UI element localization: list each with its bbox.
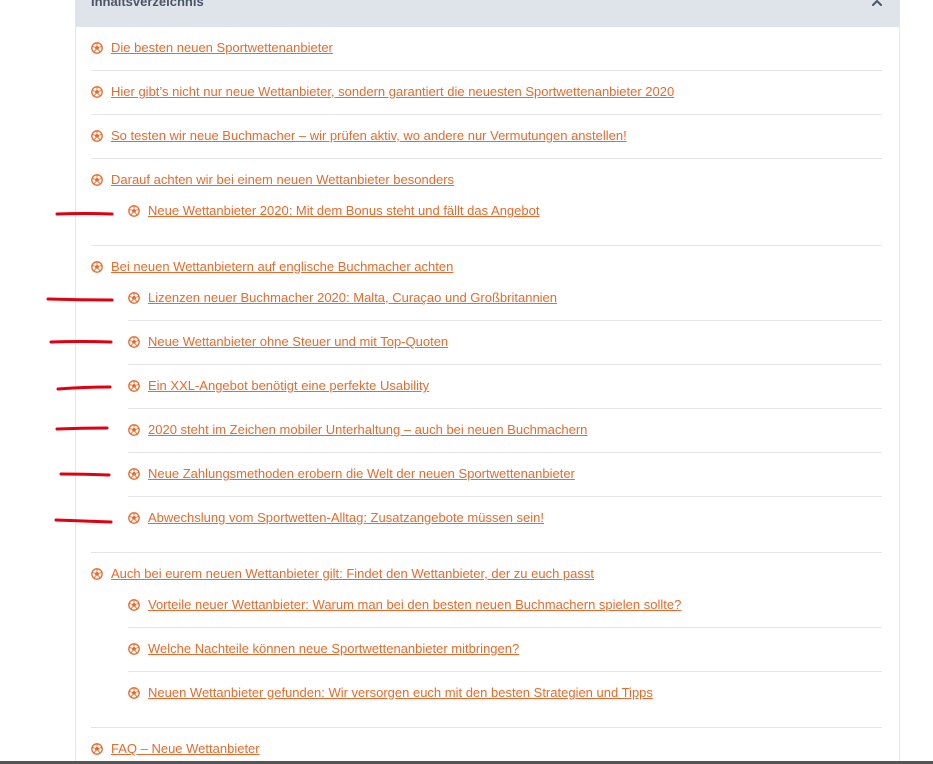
football-bullet-icon: [91, 173, 103, 186]
football-bullet-icon: [128, 686, 140, 699]
chevron-up-icon[interactable]: [869, 0, 885, 11]
toc-subitem[interactable]: Neue Wettanbieter ohne Steuer und mit To…: [128, 334, 448, 349]
football-bullet-icon: [91, 129, 103, 142]
toc-link[interactable]: Ein XXL-Angebot benötigt eine perfekte U…: [148, 378, 429, 393]
divider: [128, 671, 882, 672]
toc-link[interactable]: Auch bei eurem neuen Wettanbieter gilt: …: [111, 566, 594, 581]
football-bullet-icon: [91, 41, 103, 54]
toc-link[interactable]: 2020 steht im Zeichen mobiler Unterhaltu…: [148, 422, 587, 437]
toc-link[interactable]: Die besten neuen Sportwettenanbieter: [111, 40, 333, 55]
toc-title: Inhaltsverzeichnis: [91, 0, 204, 9]
toc-subitem[interactable]: Neuen Wettanbieter gefunden: Wir versorg…: [128, 685, 653, 700]
toc-link[interactable]: Hier gibt’s nicht nur neue Wettanbieter,…: [111, 84, 674, 99]
toc-subitem[interactable]: Vorteile neuer Wettanbieter: Warum man b…: [128, 597, 681, 612]
toc-header[interactable]: Inhaltsverzeichnis: [76, 0, 899, 27]
football-bullet-icon: [128, 642, 140, 655]
football-bullet-icon: [128, 423, 140, 436]
toc-link[interactable]: Vorteile neuer Wettanbieter: Warum man b…: [148, 597, 681, 612]
football-bullet-icon: [128, 511, 140, 524]
football-bullet-icon: [128, 291, 140, 304]
toc-subitem[interactable]: Lizenzen neuer Buchmacher 2020: Malta, C…: [128, 290, 557, 305]
toc-link[interactable]: Abwechslung vom Sportwetten-Alltag: Zusa…: [148, 510, 544, 525]
divider: [91, 114, 882, 115]
toc-subitem[interactable]: Ein XXL-Angebot benötigt eine perfekte U…: [128, 378, 429, 393]
divider: [128, 408, 882, 409]
toc-link[interactable]: Darauf achten wir bei einem neuen Wettan…: [111, 172, 454, 187]
divider: [91, 552, 882, 553]
toc-link[interactable]: So testen wir neue Buchmacher – wir prüf…: [111, 128, 627, 143]
football-bullet-icon: [91, 567, 103, 580]
divider: [128, 627, 882, 628]
toc-item[interactable]: Die besten neuen Sportwettenanbieter: [91, 40, 333, 55]
toc-item[interactable]: Darauf achten wir bei einem neuen Wettan…: [91, 172, 454, 187]
divider: [91, 727, 882, 728]
football-bullet-icon: [128, 379, 140, 392]
divider: [128, 452, 882, 453]
toc-link[interactable]: Bei neuen Wettanbietern auf englische Bu…: [111, 259, 453, 274]
football-bullet-icon: [128, 335, 140, 348]
toc-item[interactable]: Hier gibt’s nicht nur neue Wettanbieter,…: [91, 84, 674, 99]
toc-subitem[interactable]: Welche Nachteile können neue Sportwetten…: [128, 641, 519, 656]
toc-link[interactable]: Neuen Wettanbieter gefunden: Wir versorg…: [148, 685, 653, 700]
toc-link[interactable]: Neue Zahlungsmethoden erobern die Welt d…: [148, 466, 575, 481]
football-bullet-icon: [128, 467, 140, 480]
football-bullet-icon: [91, 85, 103, 98]
toc-link[interactable]: Neue Wettanbieter 2020: Mit dem Bonus st…: [148, 203, 539, 218]
divider: [128, 496, 882, 497]
divider: [91, 158, 882, 159]
toc-subitem[interactable]: Neue Zahlungsmethoden erobern die Welt d…: [128, 466, 575, 481]
divider: [128, 320, 882, 321]
toc-item[interactable]: FAQ – Neue Wettanbieter: [91, 741, 260, 756]
toc-subitem[interactable]: Neue Wettanbieter 2020: Mit dem Bonus st…: [128, 203, 539, 218]
toc-item[interactable]: Bei neuen Wettanbietern auf englische Bu…: [91, 259, 453, 274]
toc-link[interactable]: FAQ – Neue Wettanbieter: [111, 741, 260, 756]
divider: [128, 364, 882, 365]
toc-subitem[interactable]: 2020 steht im Zeichen mobiler Unterhaltu…: [128, 422, 587, 437]
football-bullet-icon: [91, 260, 103, 273]
toc-item[interactable]: So testen wir neue Buchmacher – wir prüf…: [91, 128, 627, 143]
divider: [91, 70, 882, 71]
toc-link[interactable]: Lizenzen neuer Buchmacher 2020: Malta, C…: [148, 290, 557, 305]
toc-link[interactable]: Welche Nachteile können neue Sportwetten…: [148, 641, 519, 656]
toc-subitem[interactable]: Abwechslung vom Sportwetten-Alltag: Zusa…: [128, 510, 544, 525]
toc-link[interactable]: Neue Wettanbieter ohne Steuer und mit To…: [148, 334, 448, 349]
football-bullet-icon: [128, 598, 140, 611]
divider: [91, 245, 882, 246]
toc-item[interactable]: Auch bei eurem neuen Wettanbieter gilt: …: [91, 566, 594, 581]
football-bullet-icon: [128, 204, 140, 217]
football-bullet-icon: [91, 742, 103, 755]
